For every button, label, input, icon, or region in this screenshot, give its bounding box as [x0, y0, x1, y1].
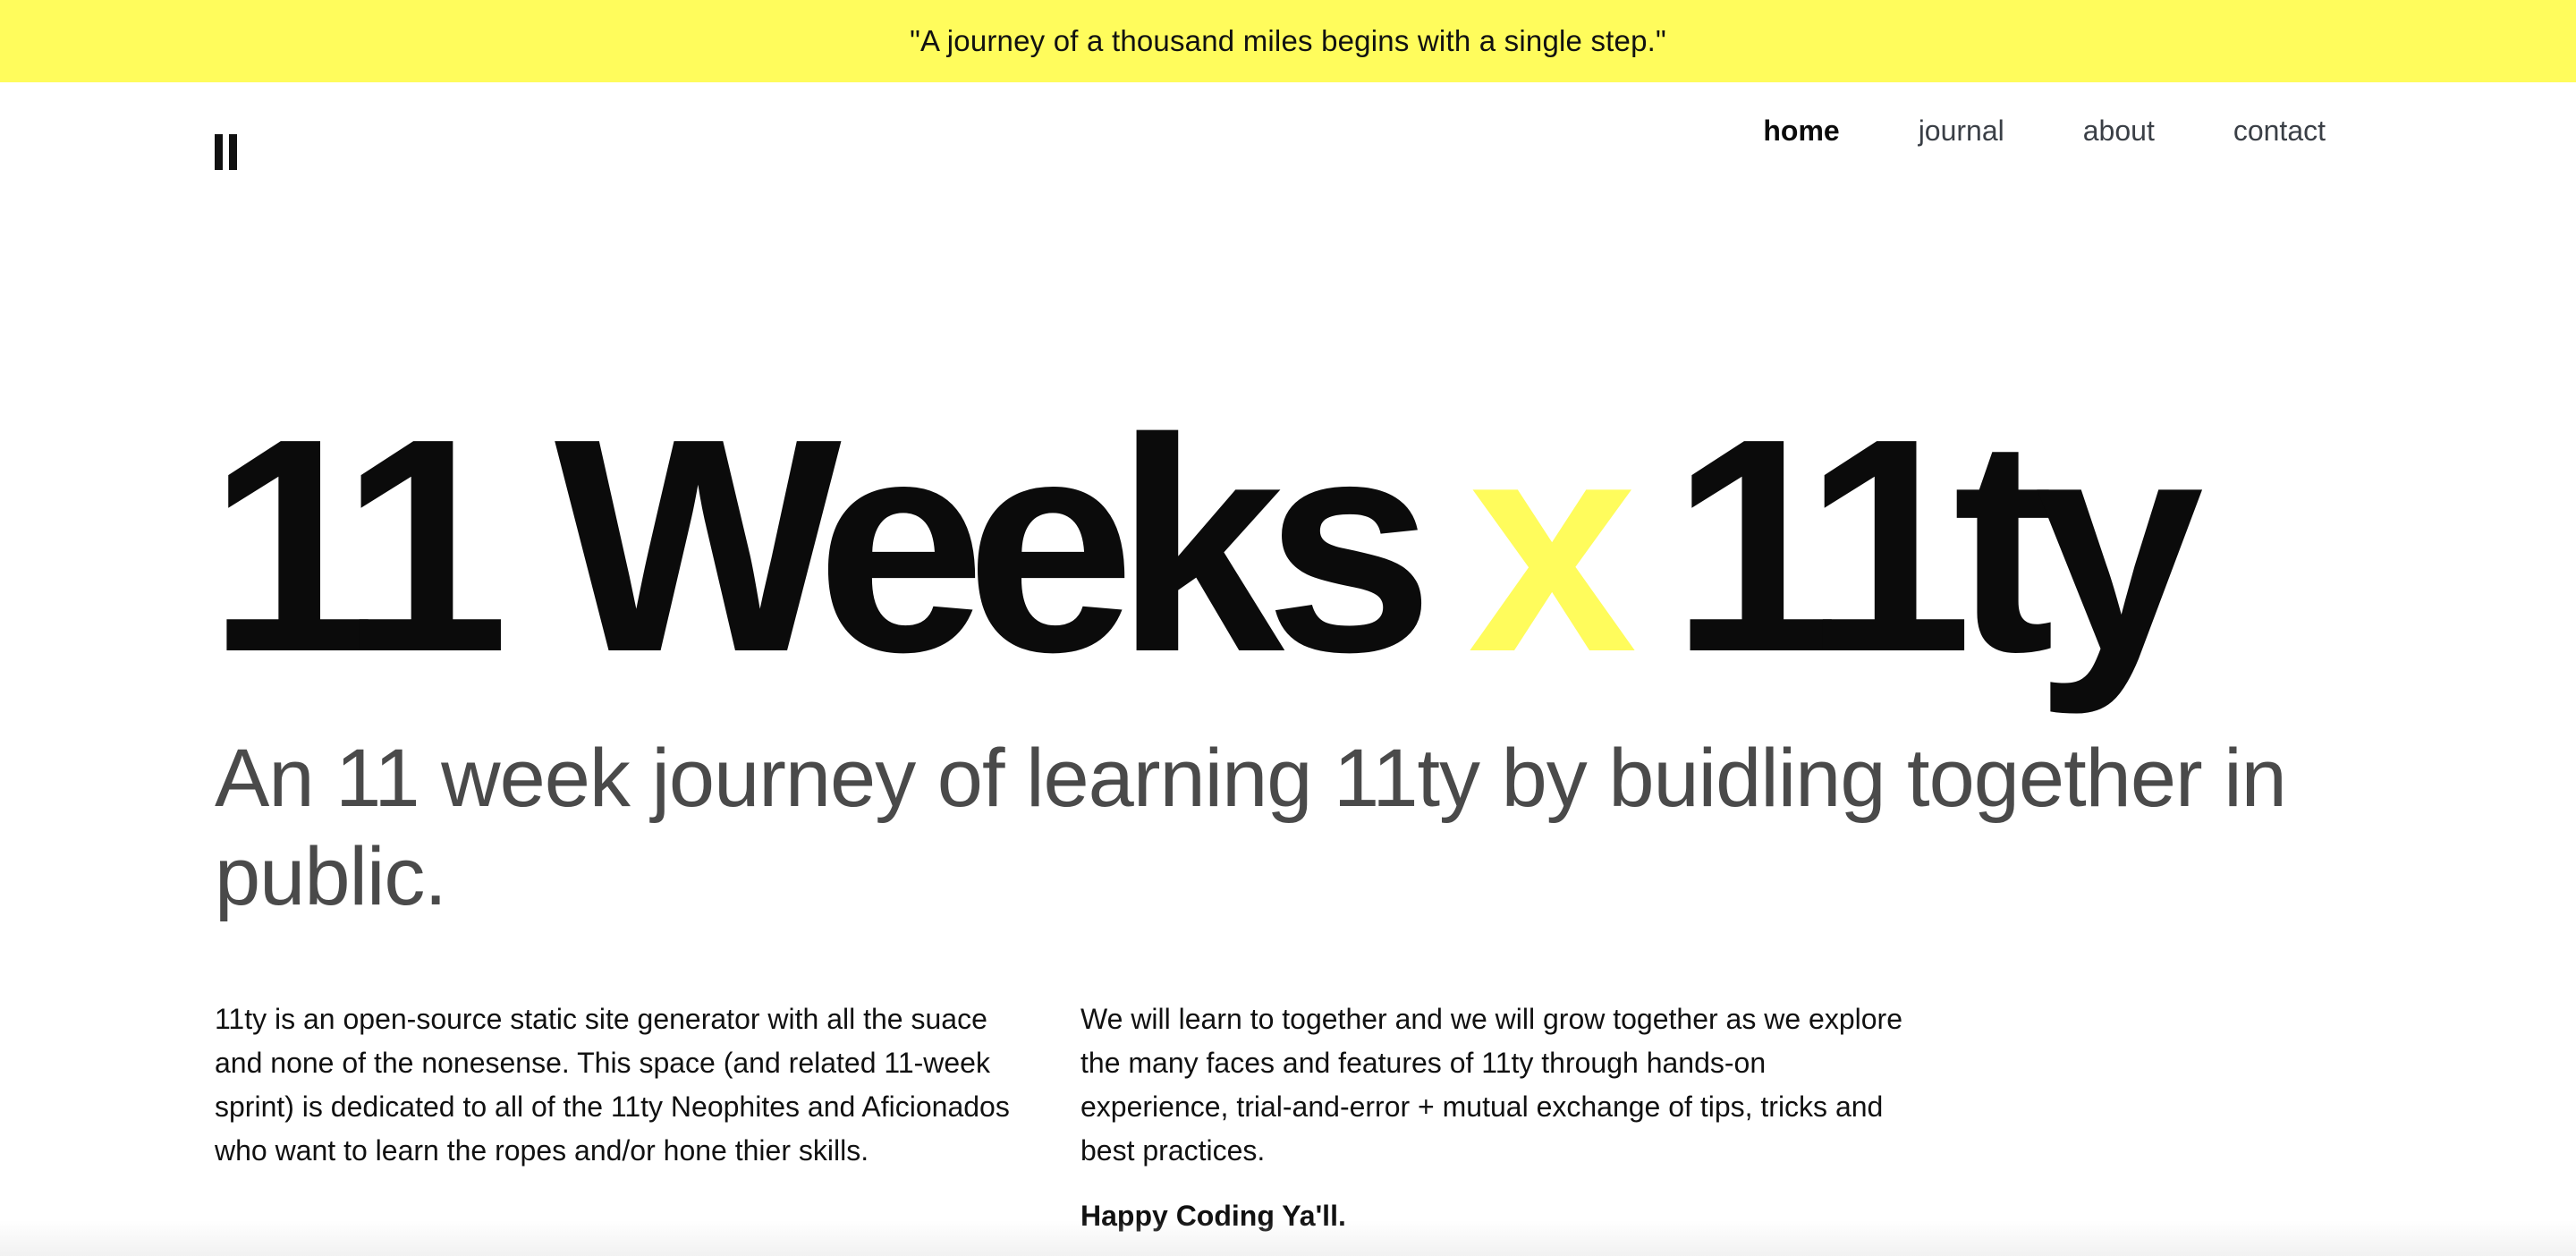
- hero-title-accent: x: [1468, 376, 1637, 716]
- banner-quote: "A journey of a thousand miles begins wi…: [910, 24, 1666, 57]
- hero-title: 11 Weeks x 11ty: [208, 394, 2204, 698]
- intro-left-paragraph: 11ty is an open-source static site gener…: [215, 1003, 1010, 1167]
- nav-item-about[interactable]: about: [2083, 115, 2155, 148]
- nav-item-home[interactable]: home: [1763, 115, 1839, 148]
- logo-bar-left: [215, 134, 223, 170]
- intro-left-column: 11ty is an open-source static site gener…: [215, 997, 1038, 1173]
- quote-banner: "A journey of a thousand miles begins wi…: [0, 0, 2576, 82]
- intro-right-column: We will learn to together and we will gr…: [1080, 997, 1903, 1238]
- hero-title-weeks: 11 Weeks: [208, 376, 1434, 716]
- nav-item-contact[interactable]: contact: [2233, 115, 2326, 148]
- site-logo-icon[interactable]: [215, 134, 242, 170]
- intro-right-paragraph: We will learn to together and we will gr…: [1080, 1003, 1902, 1167]
- hero-subtitle: An 11 week journey of learning 11ty by b…: [215, 733, 2287, 922]
- signoff-text: Happy Coding Ya'll.: [1080, 1200, 1346, 1232]
- hero-title-11ty: 11ty: [1671, 376, 2204, 716]
- main-nav: home journal about contact: [1763, 115, 2326, 148]
- logo-bar-right: [229, 134, 237, 170]
- nav-item-journal[interactable]: journal: [1919, 115, 2004, 148]
